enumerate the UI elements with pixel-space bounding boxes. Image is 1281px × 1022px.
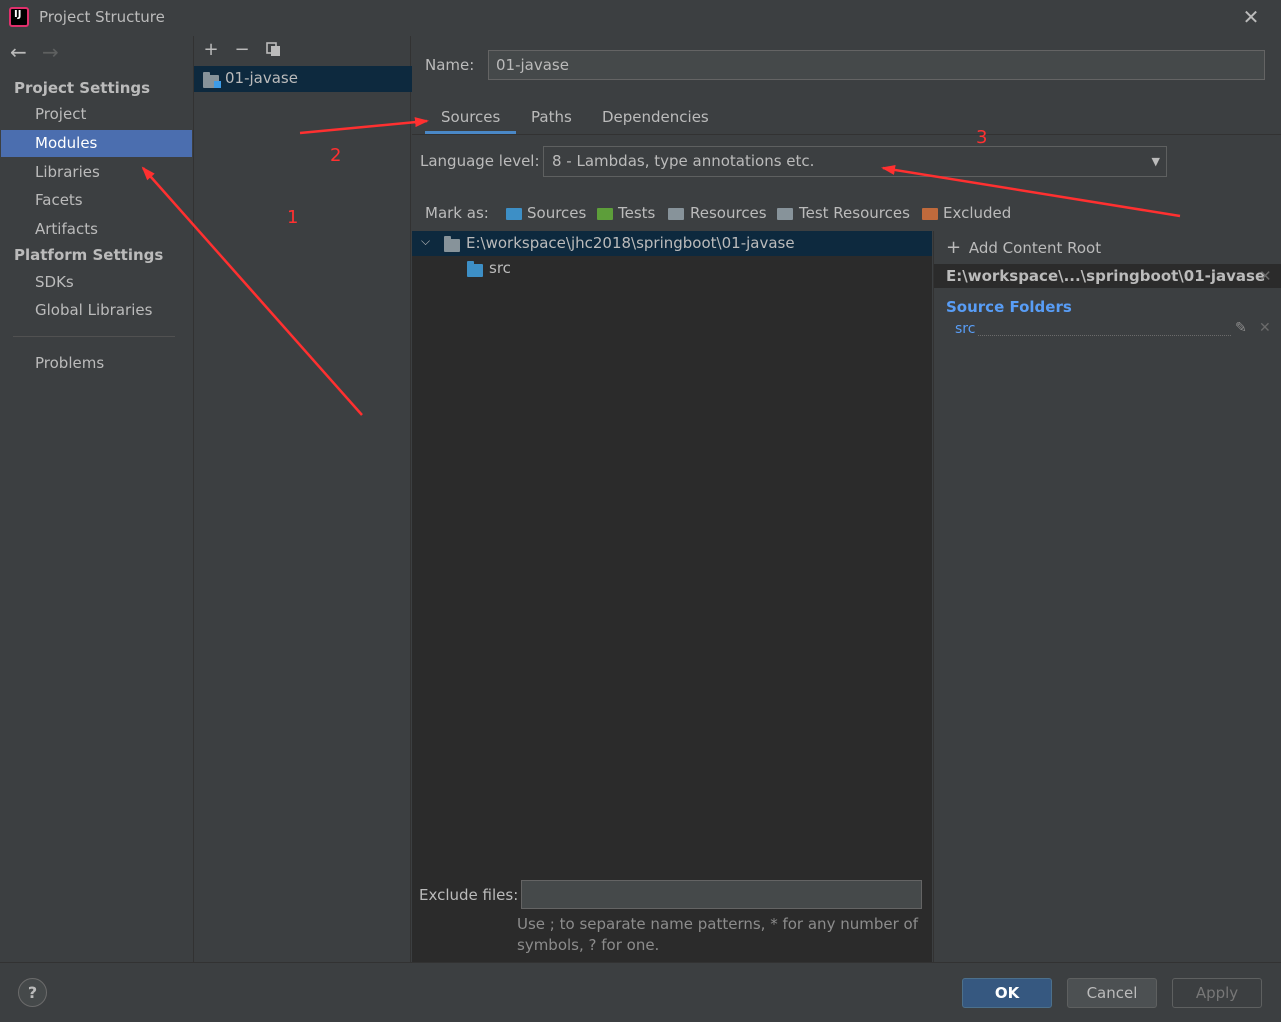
annotation-arrows [141, 117, 1181, 416]
annotation-label-3: 3 [976, 127, 988, 148]
annotation-arrow-1 [141, 166, 363, 416]
annotation-arrow-3 [881, 164, 1181, 218]
annotation-label-2: 2 [330, 145, 342, 166]
annotation-arrow-2 [299, 117, 429, 135]
annotation-label-1: 1 [287, 207, 299, 228]
